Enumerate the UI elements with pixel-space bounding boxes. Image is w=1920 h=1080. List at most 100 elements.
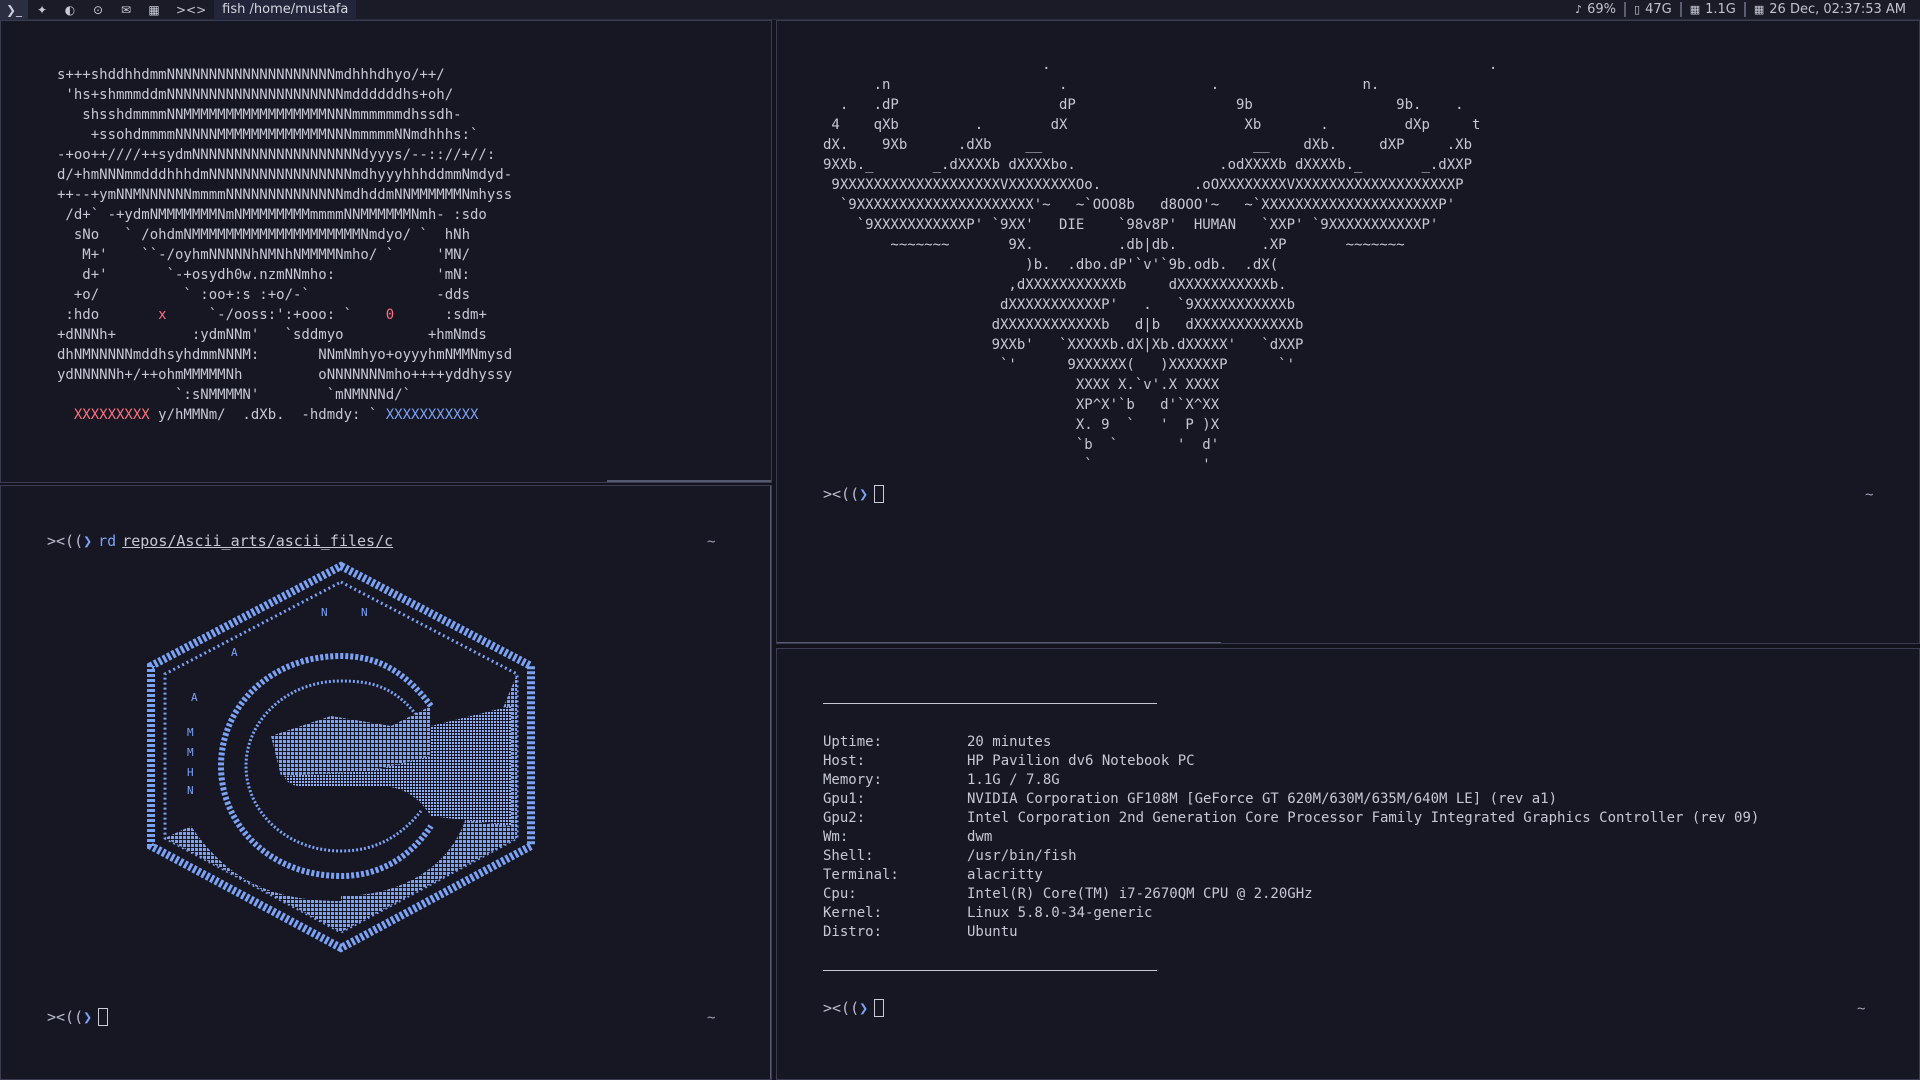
svg-text:M: M [187, 726, 194, 739]
info-key: Wm: [823, 829, 849, 845]
ascii-art-line: `:sNMMMMN' `mNMNNNd/` [175, 387, 412, 403]
info-key: Gpu1: [823, 791, 866, 807]
ascii-art-line: )b. .dbo.dP'`v'`9b.odb. .dX( [1025, 257, 1279, 273]
prompt-line: ><((❯ rd repos/Ascii_arts/ascii_files/c [47, 532, 393, 550]
ascii-art-line: X. 9 ` ' P )X [1075, 417, 1220, 433]
info-key: Gpu2: [823, 810, 866, 826]
info-row-gpu2: Gpu2: Intel Corporation 2nd Generation Co… [823, 809, 1759, 828]
svg-text:H: H [187, 766, 194, 779]
command-path-link[interactable]: repos/Ascii_arts/ascii_files/c [122, 532, 393, 550]
workspace-3-icon[interactable]: ◐ [56, 0, 84, 20]
info-value: alacritty [967, 867, 1043, 883]
divider-bottom [823, 970, 1157, 971]
disk-icon: ▯ [1634, 3, 1641, 16]
info-key: Terminal: [823, 867, 899, 883]
prompt-arrow-icon-2: ❯ [83, 1008, 93, 1026]
info-value: Intel Corporation 2nd Generation Core Pr… [967, 810, 1760, 826]
info-row-host: Host: HP Pavilion dv6 Notebook PC [823, 752, 1759, 771]
ascii-art-line: `9XXXXXXXXXXXP' `9XX' DIE `98v8P' HUMAN … [856, 217, 1439, 233]
text-cursor[interactable] [98, 1008, 109, 1026]
layout-indicator[interactable]: ><> [168, 3, 214, 17]
cwd-indicator: ~ [707, 534, 716, 550]
terminal-pane-bottom-right[interactable]: Uptime: 20 minutes Host: HP Pavilion dv6 N… [776, 648, 1920, 1080]
calendar-icon: ▦ [1753, 3, 1765, 16]
scrollbar[interactable] [770, 486, 771, 1079]
ascii-art-line: 9XXXXXXXXXXXXXXXXXXXVXXXXXXXXOo. .oOXXXX… [831, 177, 1464, 193]
clock-value: 26 Dec, 02:37:53 AM [1769, 2, 1906, 17]
terminal-pane-top-left[interactable]: s+++shddhhdmmNNNNNNNNNNNNNNNNNNNNmdhhhdh… [0, 20, 772, 483]
ascii-art-line: XP^X'`b d'`X^XX [1075, 397, 1220, 413]
ascii-art-line: M+' ``-/oyhmNNNNNhNMNhNMMMMNmho/ ` 'MN/ [82, 247, 471, 263]
ascii-art-die-human: . . .n . . n. . .dP dP 9b 9b. . 4 qXb . … [823, 55, 1497, 475]
ascii-art-guy-fawkes: s+++shddhhdmmNNNNNNNNNNNNNNNNNNNNmdhhhdh… [57, 65, 512, 425]
ascii-art-line: s+++shddhhdmmNNNNNNNNNNNNNNNNNNNNmdhhhdh… [57, 67, 445, 83]
info-value: dwm [967, 829, 993, 845]
ascii-art-line: sNo ` /ohdmNMMMMMMMMMMMMMMMMMMMMNmdyo/ `… [73, 227, 471, 243]
memory-value: 1.1G [1705, 2, 1736, 17]
prompt-fish: ><(( [823, 485, 860, 503]
info-key: Uptime: [823, 734, 883, 750]
ascii-art-line: dXXXXXXXXXXXP' . `9XXXXXXXXXXXb [1000, 297, 1296, 313]
workspace-4-icon[interactable]: ⊙ [84, 0, 112, 20]
prompt-arrow-icon: ❯ [859, 999, 869, 1017]
info-value: 1.1G / 7.8G [967, 772, 1060, 788]
workspace-5-icon[interactable]: ✉ [112, 0, 140, 20]
info-value: Intel(R) Core(TM) i7-2670QM CPU @ 2.20GH… [967, 886, 1313, 902]
text-cursor[interactable] [874, 999, 885, 1017]
svg-text:A: A [191, 691, 198, 704]
ascii-art-line: `' 9XXXXXX( )XXXXXXP `' [1000, 357, 1296, 373]
info-value: 20 minutes [967, 734, 1052, 750]
ascii-art-line: ,dXXXXXXXXXXXb dXXXXXXXXXXXb. [1008, 277, 1287, 293]
info-key: Distro: [823, 924, 883, 940]
ascii-art-line: shsshdmmmmNNMMMMMMMMMMMMMMMMMNNNmmmmmmdh… [82, 107, 462, 123]
memory-icon: ▦ [1689, 3, 1701, 16]
command-text: rd [98, 532, 117, 550]
info-value: NVIDIA Corporation GF108M [GeForce GT 62… [967, 791, 1558, 807]
scrollbar[interactable] [607, 480, 771, 482]
scrollbar[interactable] [777, 642, 1221, 643]
workspace-6-icon[interactable]: ▦ [140, 0, 168, 20]
prompt-line: ><((❯ [823, 485, 885, 503]
svg-text:N: N [361, 606, 368, 619]
ascii-art-line: XXXX X.`v'.X XXXX [1075, 377, 1220, 393]
ascii-art-line: dhNMNNNNNmddhsyhdmmNNNM: NNmNmhyo+oyyyhm… [57, 347, 513, 363]
workspace-terminal-icon[interactable]: ❯_ [0, 0, 28, 20]
terminal-pane-bottom-left[interactable]: ><((❯ rd repos/Ascii_arts/ascii_files/c … [0, 485, 772, 1080]
ascii-art-line: . . [1042, 57, 1498, 73]
terminal-pane-top-right[interactable]: . . .n . . n. . .dP dP 9b 9b. . 4 qXb . … [776, 20, 1920, 644]
workspace-2-icon[interactable]: ✦ [28, 0, 56, 20]
ascii-art-line: 4 qXb . dX Xb . dXp t [831, 117, 1481, 133]
memory-status: ▦ 1.1G [1679, 2, 1744, 17]
info-value: Ubuntu [967, 924, 1018, 940]
status-area: ♪ 69% ▯ 47G ▦ 1.1G ▦ 26 Dec, 02:37:53 AM [1567, 0, 1920, 20]
info-row-wm: Wm: dwm [823, 828, 1759, 847]
volume-status[interactable]: ♪ 69% [1567, 2, 1624, 17]
ascii-art-line: 9XXb' `XXXXXb.dX|Xb.dXXXXX' `dXXP [991, 337, 1304, 353]
volume-value: 69% [1587, 2, 1617, 17]
ascii-art-line: d/+hmNNNmmdddhhhdmNNNNNNNNNNNNNNNNNmdhyy… [57, 167, 513, 183]
divider-top [823, 703, 1157, 704]
speaker-icon: ♪ [1575, 3, 1583, 16]
c-language-logo: A A M M H N N N [147, 561, 535, 953]
ascii-art-line: +ssohdmmmmNNNNNMMMMMMMMMMMMMNNNmmmmmNNmd… [90, 127, 479, 143]
info-row-gpu1: Gpu1: NVIDIA Corporation GF108M [GeForce … [823, 790, 1759, 809]
ascii-art-line: +o/ ` :oo+:s :+o/-` -dds [73, 287, 471, 303]
workspace-list: ❯_ ✦ ◐ ⊙ ✉ ▦ [0, 0, 168, 20]
text-cursor[interactable] [874, 485, 885, 503]
cwd-indicator-2: ~ [707, 1010, 716, 1026]
cwd-indicator: ~ [1865, 487, 1874, 503]
prompt-line-2: ><((❯ [47, 1008, 109, 1026]
disk-status: ▯ 47G [1624, 2, 1680, 17]
clock-status[interactable]: ▦ 26 Dec, 02:37:53 AM [1743, 2, 1914, 17]
info-key: Memory: [823, 772, 883, 788]
ascii-art-line: 'hs+shmmmddmNNNNNNNNNNNNNNNNNNNNNmdddddd… [65, 87, 454, 103]
info-key: Host: [823, 753, 866, 769]
ascii-art-line: . .dP dP 9b 9b. . [839, 97, 1464, 113]
ascii-art-line: .n . . n. [873, 77, 1380, 93]
info-row-distro: Distro: Ubuntu [823, 923, 1759, 942]
info-value: Linux 5.8.0-34-generic [967, 905, 1153, 921]
svg-text:M: M [187, 746, 194, 759]
ascii-art-line: dX. 9Xb .dXb __ __ dXb. dXP .Xb [823, 137, 1473, 153]
svg-text:A: A [231, 646, 238, 659]
ascii-art-line: /d+` -+ydmNMMMMMMMNmNMMMMMMMMmmmmNNMMMMM… [65, 207, 487, 223]
